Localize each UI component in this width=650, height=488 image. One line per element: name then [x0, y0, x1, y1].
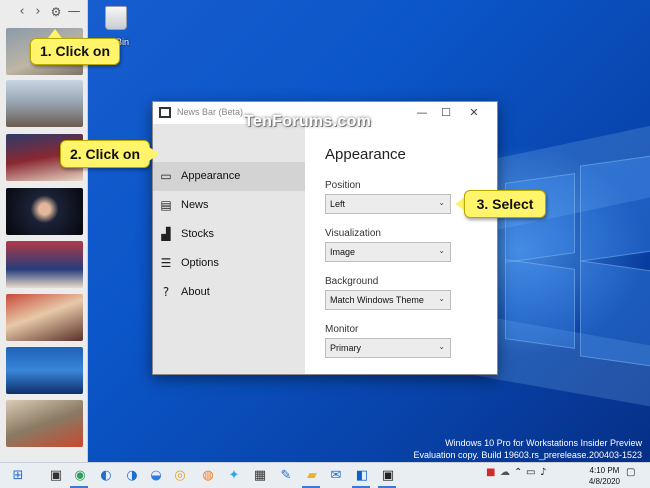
window-title: News Bar (Beta)	[177, 107, 244, 117]
callout-step-3-box: 3. Select	[464, 190, 546, 218]
position-label: Position	[325, 180, 361, 191]
minimize-window-icon[interactable]: —	[411, 104, 433, 122]
page-title: Appearance	[325, 146, 406, 163]
callout-step-1-box: 1. Click on	[30, 38, 120, 65]
news-thumbnail[interactable]	[6, 294, 83, 341]
edge-canary-icon[interactable]: ◒	[146, 466, 166, 486]
chevron-left-icon[interactable]: ‹	[14, 4, 30, 20]
settings-sidebar: ▭ Appearance ▤ News ▟ Stocks ☰ Options ?…	[153, 124, 305, 374]
background-label: Background	[325, 276, 379, 287]
background-value: Match Windows Theme	[330, 295, 424, 305]
chevron-up-icon[interactable]: ⌃	[514, 467, 522, 478]
chevron-down-icon: ⌄	[438, 198, 445, 207]
help-icon: ?	[162, 285, 170, 299]
news-bar-taskbar-icon[interactable]: ▣	[378, 466, 398, 486]
clock-date: 4/8/2020	[588, 477, 620, 486]
news-thumbnail[interactable]	[6, 400, 83, 447]
build-info-line-1: Windows 10 Pro for Workstations Insider …	[445, 438, 642, 448]
windows-logo-pane	[580, 260, 650, 368]
tray-app-icon[interactable]: ■	[486, 467, 495, 478]
visualization-value: Image	[330, 247, 356, 257]
paint-icon[interactable]: ✎	[276, 466, 296, 486]
notification-icon[interactable]: ▢	[626, 467, 635, 478]
callout-pointer	[149, 147, 159, 161]
mail-icon[interactable]: ✉	[326, 466, 346, 486]
watermark: TenForums.com	[244, 113, 372, 130]
windows-logo-pane	[505, 259, 575, 349]
firefox-icon[interactable]: ◍	[198, 466, 218, 486]
news-thumbnail[interactable]	[6, 80, 83, 127]
monitor-value: Primary	[330, 343, 361, 353]
sidebar-item-news[interactable]: ▤ News	[153, 191, 305, 220]
app-icon	[159, 107, 171, 118]
sidebar-item-label: About	[181, 286, 210, 298]
chevron-down-icon: ⌄	[438, 294, 445, 303]
clock[interactable]: 4:10 PM 4/8/2020	[589, 465, 620, 487]
position-value: Left	[330, 199, 346, 209]
minimize-icon[interactable]: —	[66, 4, 82, 20]
news-thumbnail[interactable]	[6, 347, 83, 394]
edge-dev-icon[interactable]: ◉	[70, 466, 90, 486]
sidebar-item-about[interactable]: ? About	[153, 278, 305, 307]
sliders-icon: ☰	[160, 256, 172, 270]
news-thumbnail[interactable]	[6, 241, 83, 288]
sidebar-item-label: Stocks	[181, 228, 215, 240]
sidebar-item-label: Appearance	[181, 170, 241, 182]
close-window-icon[interactable]: ✕	[463, 104, 485, 122]
maximize-window-icon[interactable]: ☐	[435, 104, 457, 122]
taskbar: ⊞ ▣ ◉ ◐ ◑ ◒ ◎ ◍ ✦ ▦ ✎ ▰ ✉ ◧ ▣ ■ ☁ ⌃ ▭ ♪ …	[0, 462, 650, 488]
build-info-line-2: Evaluation copy. Build 19603.rs_prerelea…	[413, 450, 643, 460]
background-dropdown[interactable]: Match Windows Theme ⌄	[325, 290, 451, 310]
gear-icon[interactable]: ⚙	[48, 4, 64, 20]
chart-icon: ▟	[161, 227, 171, 241]
callout-pointer	[48, 29, 62, 38]
recycle-bin-icon	[105, 6, 127, 30]
news-bar-settings-window: News Bar (Beta) — ☐ ✕ ▭ Appearance ▤ New…	[152, 101, 498, 375]
chevron-down-icon: ⌄	[438, 246, 445, 255]
sidebar-item-options[interactable]: ☰ Options	[153, 249, 305, 278]
callout-step-2-box: 2. Click on	[60, 140, 150, 168]
onedrive-icon[interactable]: ☁	[500, 467, 510, 478]
chevron-down-icon: ⌄	[438, 342, 445, 351]
settings-content: Appearance Position Left ⌄ Visualization…	[305, 124, 497, 374]
position-dropdown[interactable]: Left ⌄	[325, 194, 451, 214]
news-bar: ‹ › ⚙ —	[0, 0, 88, 462]
windows-logo-pane	[580, 154, 650, 262]
monitor-label: Monitor	[325, 324, 359, 335]
news-icon: ▤	[160, 198, 172, 212]
file-explorer-icon[interactable]: ▰	[302, 466, 322, 486]
network-icon[interactable]: ▭	[526, 467, 535, 478]
clock-time: 4:10 PM	[589, 466, 620, 475]
visualization-label: Visualization	[325, 228, 381, 239]
sidebar-item-label: Options	[181, 257, 219, 269]
chevron-right-icon[interactable]: ›	[30, 4, 46, 20]
outlook-icon[interactable]: ◧	[352, 466, 372, 486]
start-icon[interactable]: ⊞	[8, 466, 28, 486]
settings-icon[interactable]: ✦	[224, 466, 244, 486]
news-bar-toolbar: ‹ › ⚙ —	[0, 0, 88, 26]
windows-logo-pane	[505, 173, 575, 263]
sidebar-item-label: News	[181, 199, 209, 211]
monitor-icon: ▭	[160, 169, 172, 183]
chrome-icon[interactable]: ◎	[170, 466, 190, 486]
store-icon[interactable]: ▦	[250, 466, 270, 486]
sidebar-item-appearance[interactable]: ▭ Appearance	[153, 162, 305, 191]
task-view-icon[interactable]: ▣	[46, 466, 66, 486]
news-thumbnail[interactable]	[6, 188, 83, 235]
monitor-dropdown[interactable]: Primary ⌄	[325, 338, 451, 358]
sidebar-item-stocks[interactable]: ▟ Stocks	[153, 220, 305, 249]
edge-icon[interactable]: ◐	[96, 466, 116, 486]
visualization-dropdown[interactable]: Image ⌄	[325, 242, 451, 262]
volume-icon[interactable]: ♪	[540, 467, 546, 478]
edge-beta-icon[interactable]: ◑	[122, 466, 142, 486]
